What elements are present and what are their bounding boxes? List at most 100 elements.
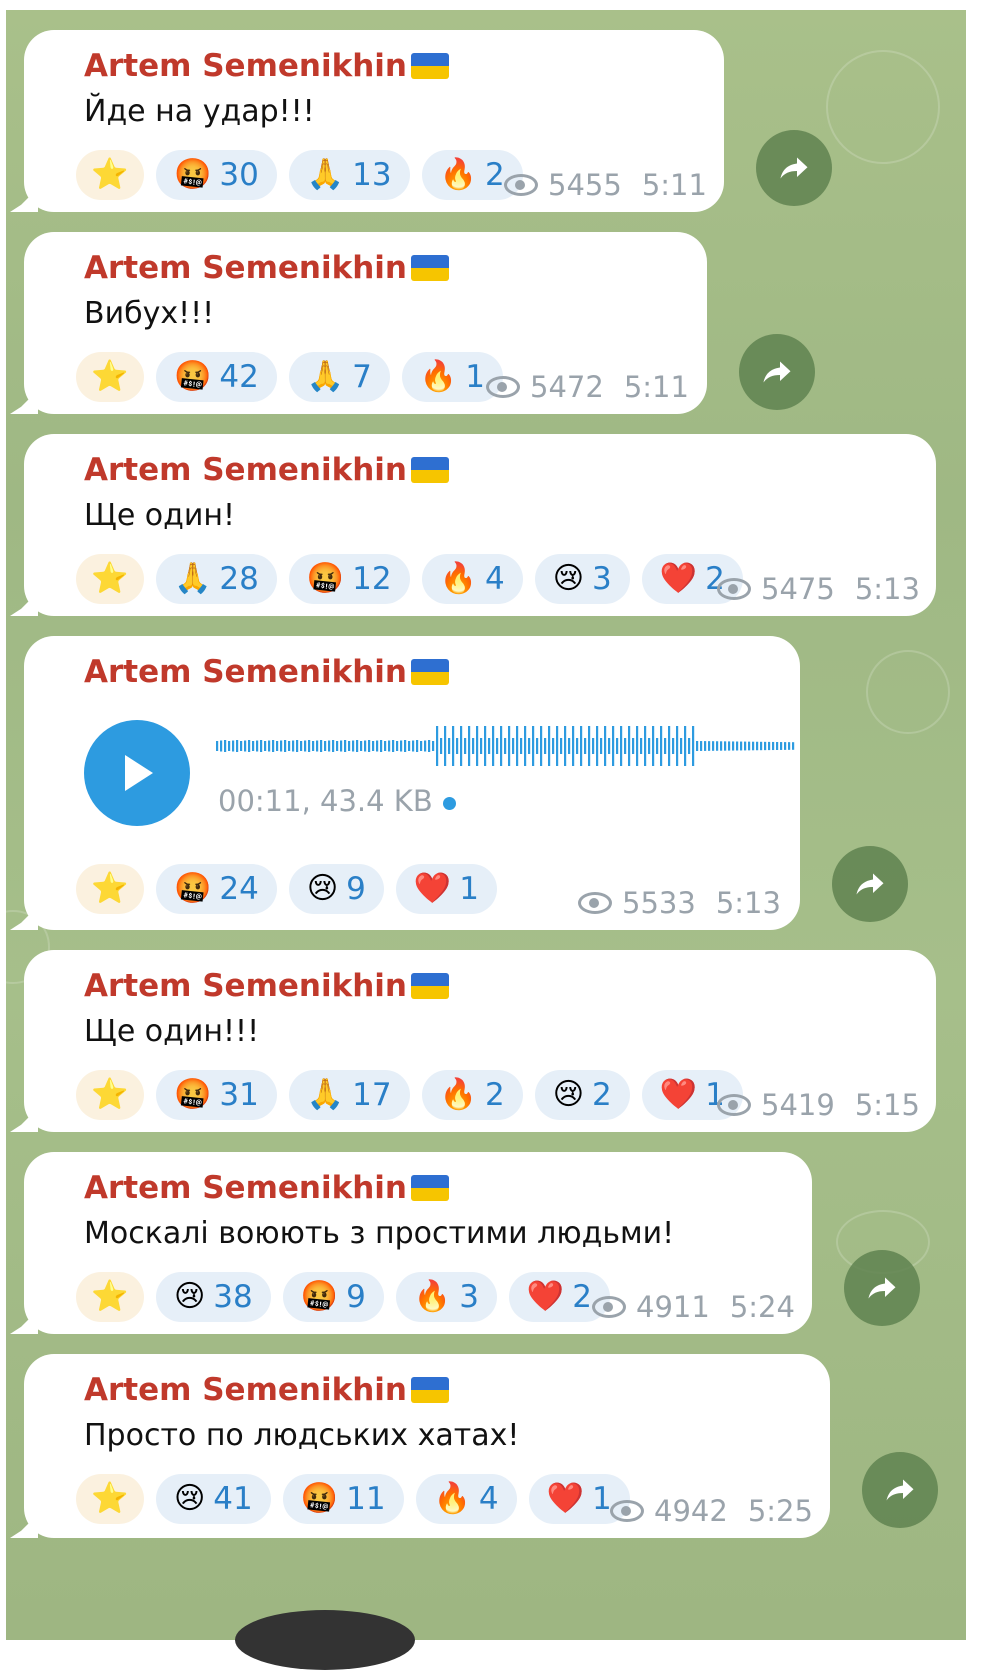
reaction-button[interactable]: 🤬 24: [156, 864, 277, 914]
star-reaction-button[interactable]: ⭐: [76, 554, 144, 604]
reaction-emoji-icon: 😢: [552, 561, 584, 596]
waveform-bar: [648, 738, 651, 754]
reaction-emoji-icon: 🤬: [174, 157, 212, 192]
reaction-count: 31: [219, 1077, 259, 1113]
waveform-bar: [712, 741, 715, 751]
waveform-bar: [488, 738, 491, 754]
author-name[interactable]: Artem Semenikhin: [84, 250, 449, 286]
author-name[interactable]: Artem Semenikhin: [84, 654, 449, 690]
ukraine-flag-icon: [410, 255, 449, 281]
reaction-emoji-icon: ⭐: [91, 157, 129, 192]
reactions-bar: ⭐ 🤬 24 😢 9 ❤️ 1: [76, 864, 497, 914]
message-text: Вибух!!!: [84, 296, 215, 331]
waveform-bar: [620, 726, 623, 766]
reaction-button[interactable]: ❤️ 1: [395, 864, 497, 914]
waveform-bar: [576, 738, 579, 754]
waveform-bar: [308, 740, 311, 752]
reaction-emoji-icon: ⭐: [91, 871, 129, 906]
waveform-bar: [276, 741, 279, 751]
waveform-bar: [252, 741, 255, 751]
message-time: 5:25: [747, 1494, 813, 1528]
message-time: 5:11: [623, 370, 689, 404]
author-name[interactable]: Artem Semenikhin: [84, 48, 449, 84]
waveform-bar: [592, 738, 595, 754]
view-count: 5455: [548, 168, 622, 202]
reaction-emoji-icon: 🤬: [306, 561, 345, 596]
reaction-button[interactable]: 🤬 42: [156, 352, 277, 402]
ukraine-flag-icon: [410, 659, 449, 685]
waveform-bar: [636, 726, 639, 766]
reaction-button[interactable]: 🔥 3: [395, 1272, 497, 1322]
reaction-count: 2: [592, 1077, 612, 1113]
message-time: 5:13: [715, 886, 781, 920]
voice-waveform[interactable]: [216, 722, 796, 774]
author-name[interactable]: Artem Semenikhin: [84, 968, 449, 1004]
waveform-bar: [740, 741, 743, 751]
waveform-bar: [548, 726, 551, 766]
reaction-button[interactable]: 🤬 9: [282, 1272, 384, 1322]
reaction-button[interactable]: 🤬 11: [282, 1474, 404, 1524]
reaction-button[interactable]: 😢 38: [156, 1272, 271, 1322]
message-time: 5:24: [729, 1290, 795, 1324]
view-count: 4911: [636, 1290, 710, 1324]
waveform-bar: [444, 726, 447, 766]
reaction-count: 24: [219, 871, 259, 907]
reactions-bar: ⭐ 🤬 42 🙏 7 🔥 1: [76, 352, 503, 402]
star-reaction-button[interactable]: ⭐: [76, 1272, 144, 1322]
reaction-button[interactable]: 🔥 4: [415, 1474, 517, 1524]
waveform-bar: [424, 740, 427, 752]
star-reaction-button[interactable]: ⭐: [76, 150, 144, 200]
reaction-button[interactable]: 🤬 30: [156, 150, 277, 200]
author-label: Artem Semenikhin: [84, 452, 407, 488]
reaction-emoji-icon: ⭐: [91, 1077, 129, 1112]
share-button[interactable]: [832, 846, 908, 922]
waveform-bar: [788, 742, 791, 750]
waveform-bar: [584, 738, 587, 754]
reaction-button[interactable]: 🤬 12: [288, 554, 410, 604]
author-label: Artem Semenikhin: [84, 1170, 407, 1206]
reaction-button[interactable]: 🔥 4: [421, 554, 523, 604]
waveform-bar: [500, 726, 503, 766]
author-name[interactable]: Artem Semenikhin: [84, 1372, 449, 1408]
share-button[interactable]: [862, 1452, 938, 1528]
reaction-emoji-icon: 🤬: [300, 1279, 339, 1314]
reaction-emoji-icon: ❤️: [526, 1279, 565, 1314]
waveform-bar: [732, 741, 735, 751]
share-button[interactable]: [844, 1250, 920, 1326]
ukraine-flag-icon: [410, 53, 449, 79]
star-reaction-button[interactable]: ⭐: [76, 352, 144, 402]
reaction-button[interactable]: 🤬 31: [156, 1070, 277, 1120]
reaction-button[interactable]: 🙏 28: [156, 554, 277, 604]
share-button[interactable]: [756, 130, 832, 206]
waveform-bar: [692, 726, 695, 766]
waveform-bar: [364, 740, 367, 752]
reaction-count: 17: [352, 1077, 392, 1113]
reaction-button[interactable]: 🙏 7: [288, 352, 390, 402]
waveform-bar: [348, 741, 351, 751]
waveform-bar: [324, 741, 327, 751]
waveform-bar: [736, 741, 739, 751]
author-name[interactable]: Artem Semenikhin: [84, 452, 449, 488]
waveform-bar: [256, 740, 259, 752]
star-reaction-button[interactable]: ⭐: [76, 864, 144, 914]
waveform-bar: [564, 726, 567, 766]
reaction-emoji-icon: 🔥: [419, 359, 458, 394]
star-reaction-button[interactable]: ⭐: [76, 1474, 144, 1524]
author-label: Artem Semenikhin: [84, 654, 407, 690]
reaction-button[interactable]: 😢 3: [534, 554, 630, 604]
reaction-count: 9: [346, 871, 366, 907]
reaction-button[interactable]: 🙏 17: [288, 1070, 410, 1120]
message-meta: 5475 5:13: [717, 572, 920, 606]
share-button[interactable]: [739, 334, 815, 410]
reaction-button[interactable]: 😢 41: [156, 1474, 271, 1524]
play-button[interactable]: [84, 720, 190, 826]
reaction-count: 1: [592, 1481, 612, 1517]
reaction-count: 30: [219, 157, 259, 193]
reaction-button[interactable]: 🔥 2: [421, 1070, 523, 1120]
star-reaction-button[interactable]: ⭐: [76, 1070, 144, 1120]
author-name[interactable]: Artem Semenikhin: [84, 1170, 449, 1206]
reaction-button[interactable]: 🙏 13: [288, 150, 410, 200]
reaction-emoji-icon: ⭐: [91, 561, 129, 596]
reaction-button[interactable]: 😢 2: [534, 1070, 630, 1120]
reaction-button[interactable]: 😢 9: [288, 864, 384, 914]
